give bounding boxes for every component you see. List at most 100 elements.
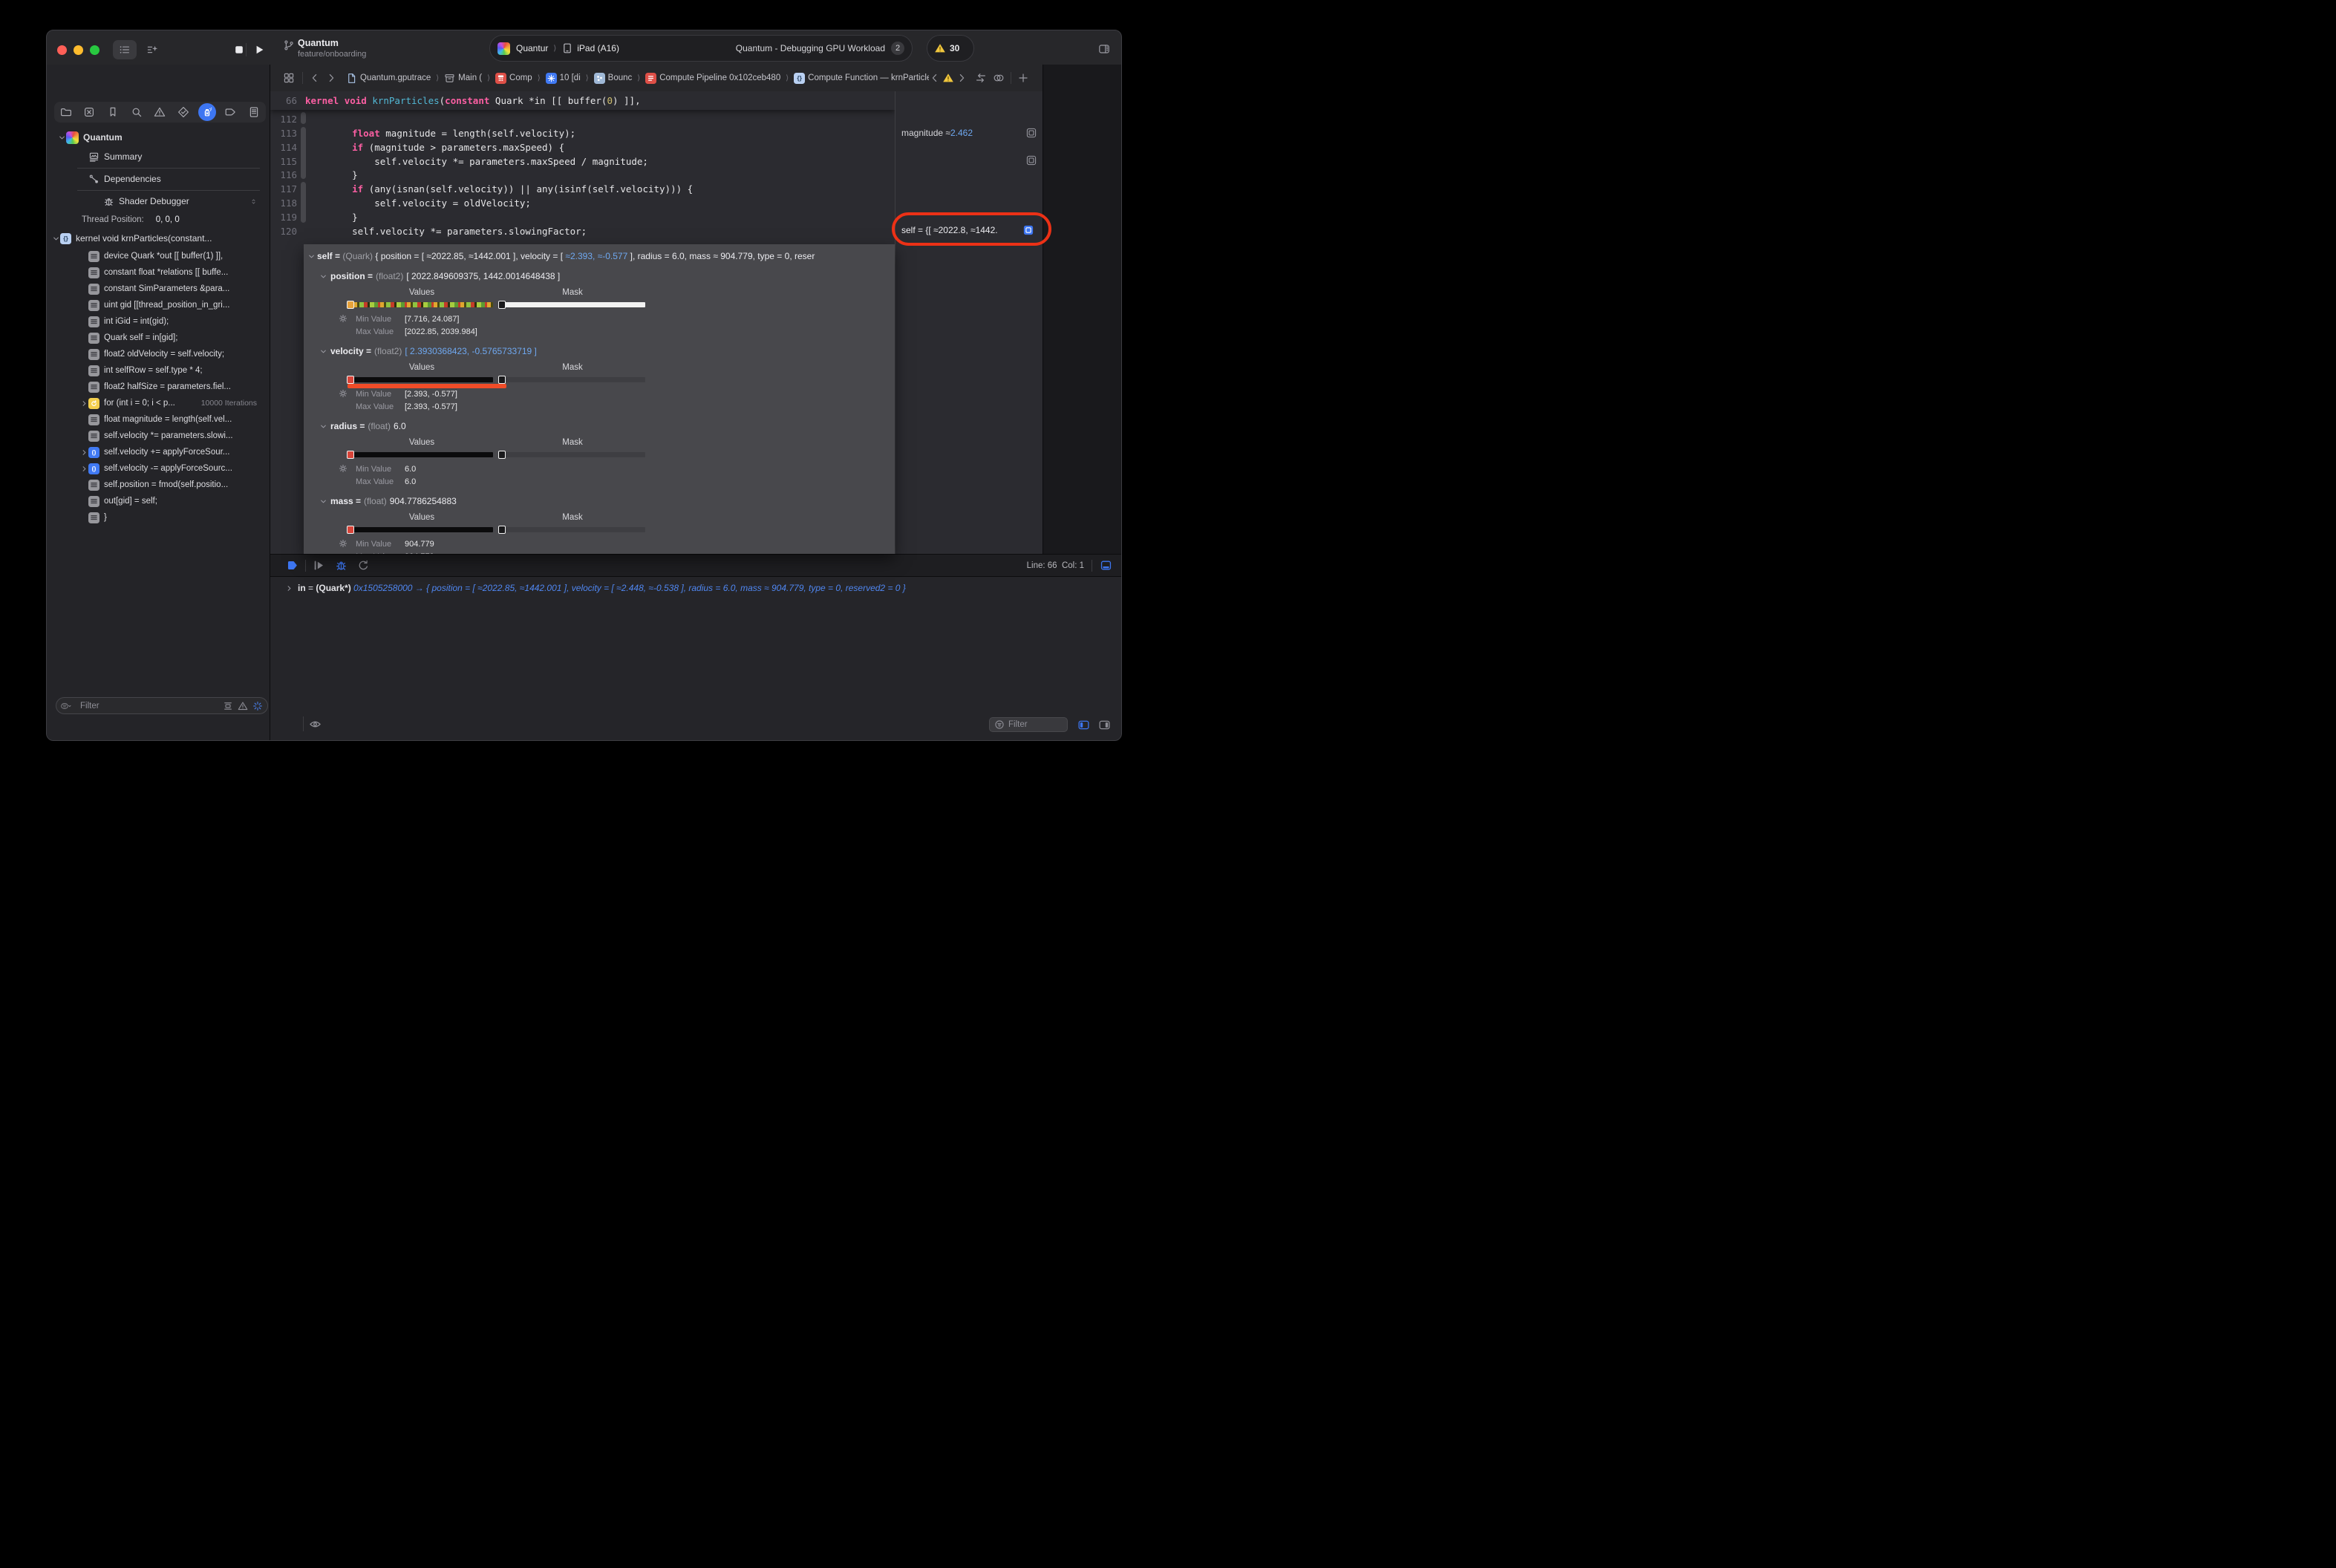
breadcrumb-item[interactable]: Bounc bbox=[594, 73, 633, 84]
sidebar-tree-row[interactable]: out[gid] = self; bbox=[47, 493, 270, 509]
values-histogram[interactable] bbox=[353, 527, 493, 532]
navigator-tab-tag-icon[interactable] bbox=[221, 103, 239, 121]
sticky-function-header[interactable]: 66 kernel void krnParticles(constant Qua… bbox=[270, 91, 895, 110]
gear-icon[interactable] bbox=[338, 538, 348, 549]
mask-histogram[interactable] bbox=[505, 527, 645, 532]
sidebar-tree-row[interactable]: self.position = fmod(self.positio... bbox=[47, 477, 270, 493]
forward-button[interactable] bbox=[325, 72, 337, 84]
range-handle-left[interactable] bbox=[347, 301, 354, 309]
navigator-tab-checks-icon[interactable] bbox=[174, 103, 192, 121]
line-number[interactable]: 113 bbox=[270, 128, 297, 139]
sidebar-tree-row[interactable]: constant SimParameters &para... bbox=[47, 281, 270, 297]
inspect-value-button[interactable] bbox=[1026, 128, 1037, 138]
code-line[interactable]: 120 self.velocity *= parameters.slowingF… bbox=[270, 224, 895, 238]
issue-warning-icon[interactable] bbox=[942, 72, 954, 84]
code-line[interactable]: 112 bbox=[270, 112, 895, 126]
line-number[interactable]: 116 bbox=[270, 169, 297, 180]
sidebar-tree-row[interactable]: uint gid [[thread_position_in_gri... bbox=[47, 297, 270, 313]
code-line[interactable]: 119 } bbox=[270, 210, 895, 224]
sidebar-tree-row[interactable]: Quantum bbox=[47, 128, 270, 147]
sidebar-tree-row[interactable]: constant float *relations [[ buffe... bbox=[47, 264, 270, 281]
chevron-down-icon[interactable] bbox=[59, 134, 66, 141]
show-console-view-icon[interactable] bbox=[1098, 719, 1111, 731]
mask-histogram[interactable] bbox=[505, 302, 645, 307]
line-number[interactable]: 117 bbox=[270, 183, 297, 195]
navigator-tab-bookmark-icon[interactable] bbox=[104, 103, 122, 121]
sidebar-tree-row[interactable]: device Quark *out [[ buffer(1) ]], bbox=[47, 248, 270, 264]
chevron-right-icon[interactable] bbox=[81, 466, 88, 472]
prev-issue-button[interactable] bbox=[929, 72, 941, 84]
chevron-right-icon[interactable] bbox=[81, 400, 88, 407]
chevron-down-icon[interactable] bbox=[320, 348, 327, 355]
sidebar-tree-row[interactable]: float2 oldVelocity = self.velocity; bbox=[47, 346, 270, 362]
sidebar-tree-row[interactable]: ()self.velocity += applyForceSour... bbox=[47, 444, 270, 460]
navigator-tab-search-icon[interactable] bbox=[128, 103, 146, 121]
breakpoints-toggle-icon[interactable] bbox=[286, 559, 298, 572]
updown-icon[interactable] bbox=[250, 198, 258, 205]
continue-icon[interactable] bbox=[313, 559, 325, 572]
counterparts-icon[interactable] bbox=[993, 72, 1005, 84]
minimize-window-button[interactable] bbox=[74, 45, 83, 55]
range-handle-right[interactable] bbox=[498, 526, 506, 534]
breadcrumb-item[interactable]: Main ( bbox=[444, 73, 482, 84]
line-number[interactable]: 118 bbox=[270, 197, 297, 209]
chevron-down-icon[interactable] bbox=[320, 423, 327, 430]
sidebar-filter-field[interactable]: Filter bbox=[56, 697, 268, 714]
code-line[interactable]: 114 if (magnitude > parameters.maxSpeed)… bbox=[270, 140, 895, 154]
navigator-toggle-button[interactable] bbox=[113, 40, 137, 59]
sidebar-tree-row[interactable]: int iGid = int(gid); bbox=[47, 313, 270, 330]
show-variables-view-icon[interactable] bbox=[1077, 719, 1090, 731]
navigator-tab-report-icon[interactable] bbox=[245, 103, 263, 121]
sidebar-tree-row[interactable]: int selfRow = self.type * 4; bbox=[47, 362, 270, 379]
breadcrumb-item[interactable]: 10 [di bbox=[546, 73, 581, 84]
navigator-tab-gpu-debug-icon[interactable] bbox=[198, 103, 216, 121]
sidebar-tree-row[interactable]: Dependencies bbox=[47, 169, 270, 189]
warnings-button[interactable]: 30 bbox=[927, 35, 974, 62]
gear-icon[interactable] bbox=[338, 388, 348, 399]
line-number[interactable]: 114 bbox=[270, 142, 297, 153]
code-line[interactable]: 116 } bbox=[270, 168, 895, 182]
debug-bug-icon[interactable] bbox=[335, 559, 348, 572]
breadcrumb-item[interactable]: Compute Pipeline 0x102ceb480 bbox=[645, 73, 780, 84]
sidebar-tree-row[interactable]: Shader Debugger bbox=[47, 192, 270, 211]
run-button[interactable] bbox=[250, 40, 268, 59]
scheme-activity-capsule[interactable]: Quantur ⟩ iPad (A16) Quantum - Debugging… bbox=[489, 35, 913, 62]
gear-icon[interactable] bbox=[338, 463, 348, 474]
chevron-down-icon[interactable] bbox=[320, 498, 327, 505]
code-line[interactable]: 115 self.velocity *= parameters.maxSpeed… bbox=[270, 154, 895, 169]
quicklook-eye-icon[interactable] bbox=[309, 718, 322, 731]
inspector-toggle-button[interactable] bbox=[1092, 39, 1118, 61]
line-number[interactable]: 119 bbox=[270, 212, 297, 223]
console-toggle-icon[interactable] bbox=[1100, 559, 1112, 572]
mask-histogram[interactable] bbox=[505, 377, 645, 382]
values-histogram[interactable] bbox=[353, 302, 493, 307]
range-handle-right[interactable] bbox=[498, 451, 506, 459]
stack-filter-icon[interactable] bbox=[223, 701, 233, 711]
navigator-tab-tests-icon[interactable] bbox=[80, 103, 98, 121]
disclosure-icon[interactable] bbox=[286, 585, 293, 592]
mask-histogram[interactable] bbox=[505, 452, 645, 457]
navigator-tab-folder-icon[interactable] bbox=[57, 103, 75, 121]
sidebar-tree-row[interactable]: float magnitude = length(self.vel... bbox=[47, 411, 270, 428]
breadcrumb-item[interactable]: {}Compute Function — krnParticles bbox=[794, 73, 929, 84]
restart-icon[interactable] bbox=[357, 559, 370, 572]
line-number[interactable]: 115 bbox=[270, 156, 297, 167]
add-editor-button[interactable] bbox=[1017, 72, 1029, 84]
code-line[interactable]: 113 float magnitude = length(self.veloci… bbox=[270, 126, 895, 140]
back-button[interactable] bbox=[309, 72, 321, 84]
sidebar-tree-row[interactable]: Summary bbox=[47, 147, 270, 166]
close-window-button[interactable] bbox=[57, 45, 67, 55]
warning-filter-icon[interactable] bbox=[238, 701, 248, 711]
range-handle-left[interactable] bbox=[347, 376, 354, 384]
chevron-down-icon[interactable] bbox=[308, 253, 316, 260]
range-handle-right[interactable] bbox=[498, 301, 506, 309]
swap-editor-icon[interactable] bbox=[975, 72, 987, 84]
code-line[interactable]: 118 self.velocity = oldVelocity; bbox=[270, 196, 895, 210]
console-filter-field[interactable]: Filter bbox=[989, 717, 1068, 732]
minimap-button[interactable] bbox=[143, 40, 162, 59]
values-histogram[interactable] bbox=[353, 377, 493, 382]
line-number[interactable]: 66 bbox=[270, 95, 297, 106]
code-line[interactable]: 117 if (any(isnan(self.velocity)) || any… bbox=[270, 182, 895, 196]
line-number[interactable]: 112 bbox=[270, 114, 297, 125]
scheme-name[interactable]: Quantur bbox=[516, 43, 548, 53]
